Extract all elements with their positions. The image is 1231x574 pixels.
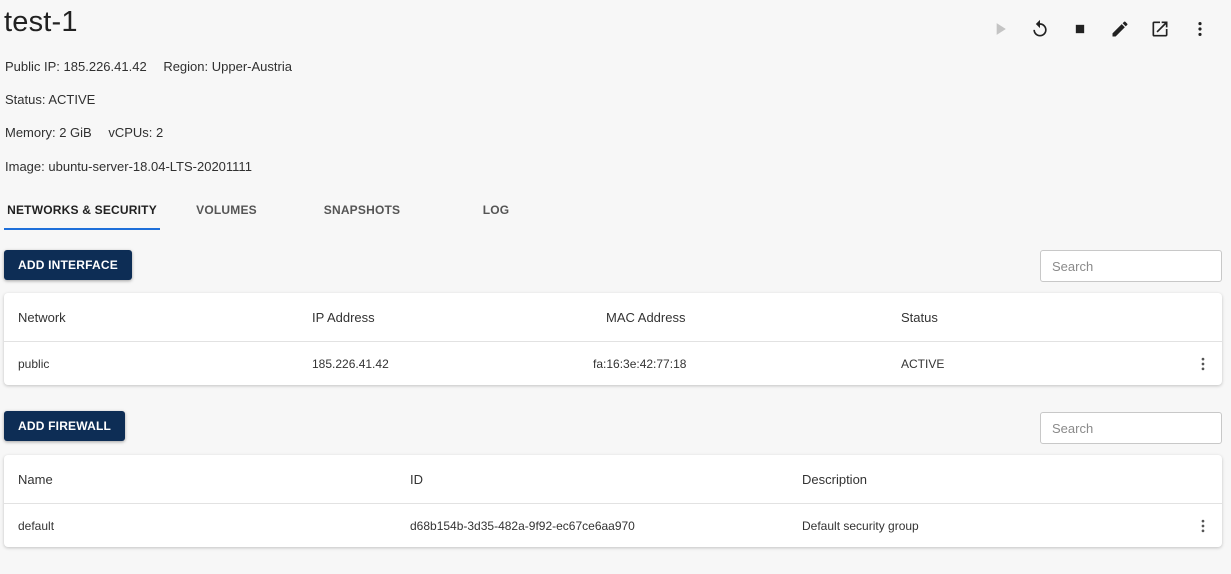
- row-actions-button[interactable]: [1194, 514, 1212, 538]
- restart-icon: [1033, 19, 1047, 37]
- table-header: Network IP Address MAC Address Status: [4, 293, 1222, 342]
- interface-status: ACTIVE: [901, 356, 945, 371]
- interfaces-search-input[interactable]: [1040, 250, 1222, 282]
- edit-icon: [1112, 21, 1128, 37]
- memory: Memory: 2 GiB: [5, 125, 92, 140]
- table-row: public 185.226.41.42 fa:16:3e:42:77:18 A…: [4, 342, 1222, 385]
- server-actions-toolbar: [980, 17, 1220, 41]
- open-console-button[interactable]: [1140, 17, 1180, 41]
- table-header: Name ID Description: [4, 455, 1222, 504]
- open-external-icon: [1152, 21, 1168, 37]
- column-header-network[interactable]: Network: [18, 310, 66, 325]
- interface-mac-address: fa:16:3e:42:77:18: [593, 356, 687, 371]
- more-vert-icon: [1198, 22, 1202, 36]
- column-header-name[interactable]: Name: [18, 472, 53, 487]
- row-actions-button[interactable]: [1194, 352, 1212, 376]
- play-icon: [996, 23, 1006, 35]
- firewalls-search-input[interactable]: [1040, 412, 1222, 444]
- status-info-line: Status: ACTIVE: [5, 92, 95, 107]
- region: Region: Upper-Austria: [163, 59, 292, 74]
- interface-network: public: [18, 356, 50, 371]
- add-interface-button[interactable]: ADD INTERFACE: [4, 250, 132, 280]
- firewall-description: Default security group: [802, 518, 919, 533]
- tab-volumes[interactable]: VOLUMES: [160, 192, 293, 230]
- column-header-status[interactable]: Status: [901, 310, 938, 325]
- stop-icon: [1075, 24, 1085, 34]
- firewall-name: default: [18, 518, 55, 533]
- table-row: default d68b154b-3d35-482a-9f92-ec67ce6a…: [4, 504, 1222, 547]
- firewall-id: d68b154b-3d35-482a-9f92-ec67ce6aa970: [410, 518, 635, 533]
- firewalls-table: Name ID Description default d68b154b-3d3…: [4, 455, 1222, 547]
- tab-log[interactable]: LOG: [431, 192, 561, 230]
- restart-button[interactable]: [1020, 17, 1060, 41]
- column-header-ip-address[interactable]: IP Address: [312, 310, 375, 325]
- add-firewall-button[interactable]: ADD FIREWALL: [4, 411, 126, 441]
- page-title: test-1: [4, 6, 78, 38]
- column-header-description[interactable]: Description: [802, 472, 867, 487]
- interface-ip-address: 185.226.41.42: [312, 356, 389, 371]
- network-info-line: Public IP: 185.226.41.42 Region: Upper-A…: [5, 59, 292, 74]
- public-ip: Public IP: 185.226.41.42: [5, 59, 147, 74]
- edit-button[interactable]: [1100, 17, 1140, 41]
- vcpus: vCPUs: 2: [108, 125, 164, 140]
- column-header-mac-address[interactable]: MAC Address: [606, 310, 685, 325]
- more-vert-icon: [1201, 357, 1205, 370]
- server-status: Status: ACTIVE: [5, 92, 96, 107]
- start-button[interactable]: [980, 17, 1020, 41]
- tab-snapshots[interactable]: SNAPSHOTS: [293, 192, 431, 230]
- more-actions-button[interactable]: [1180, 17, 1220, 41]
- image: Image: ubuntu-server-18.04-LTS-20201111: [5, 159, 252, 174]
- stop-button[interactable]: [1060, 17, 1100, 41]
- resources-info-line: Memory: 2 GiB vCPUs: 2: [5, 125, 163, 140]
- more-vert-icon: [1201, 519, 1205, 532]
- tab-bar: NETWORKS & SECURITY VOLUMES SNAPSHOTS LO…: [4, 192, 561, 230]
- column-header-id[interactable]: ID: [410, 472, 423, 487]
- tab-networks-security[interactable]: NETWORKS & SECURITY: [4, 192, 160, 230]
- interfaces-table: Network IP Address MAC Address Status pu…: [4, 293, 1222, 385]
- image-info-line: Image: ubuntu-server-18.04-LTS-20201111: [5, 159, 252, 174]
